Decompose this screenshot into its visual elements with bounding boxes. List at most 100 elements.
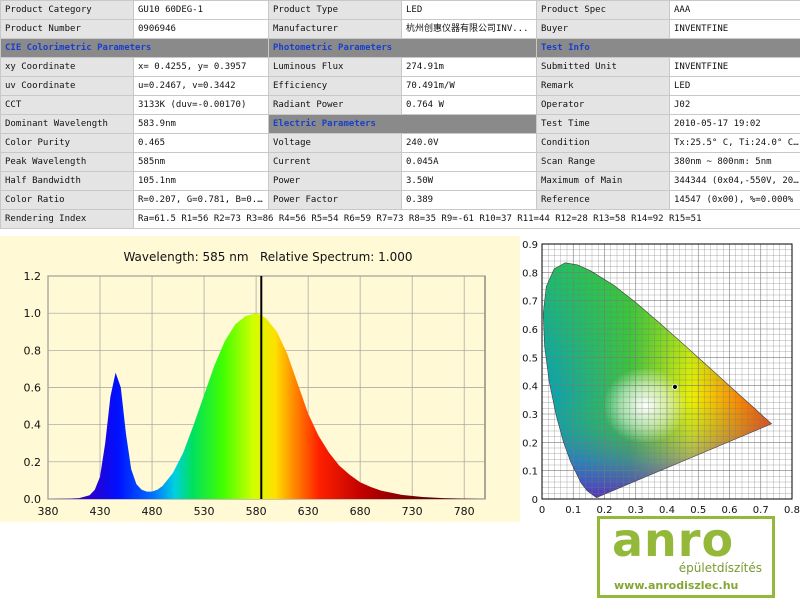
param-label: Color Purity <box>0 133 134 153</box>
table-row: CCT 3133K (duv=-0.00170) Radiant Power 0.76… <box>0 95 800 115</box>
x-tick-label: 680 <box>350 505 371 518</box>
section-header: Photometric Parameters <box>268 38 537 58</box>
cie-measured-points <box>672 383 678 390</box>
cie-y-tick-label: 0.7 <box>522 297 538 308</box>
x-tick-label: 780 <box>454 505 475 518</box>
table-row: Product Category GU10 60DEG-1 Product Type… <box>0 0 800 20</box>
param-label: uv Coordinate <box>0 76 134 96</box>
param-value: 583.9nm <box>133 114 269 134</box>
parameter-table: Product Category GU10 60DEG-1 Product Type… <box>0 0 800 229</box>
y-tick-label: 1.2 <box>24 270 42 283</box>
param-label: Submitted Unit <box>536 57 670 77</box>
param-label: Product Type <box>268 0 402 20</box>
param-value: 240.0V <box>401 133 537 153</box>
y-tick-label: 0.6 <box>24 382 42 395</box>
param-label: xy Coordinate <box>0 57 134 77</box>
param-label: Product Category <box>0 0 134 20</box>
param-label: Product Spec <box>536 0 670 20</box>
cie-x-tick-label: 0.8 <box>784 505 800 516</box>
param-value: R=0.207, G=0.781, B=0.012 <box>133 190 269 210</box>
param-label: Luminous Flux <box>268 57 402 77</box>
cie-chromaticity-diagram: 0 0.1 0.2 0.3 0.4 0.5 0.6 0.7 0.8 0 0.1 0.2 0.3 0.4 0… <box>522 240 800 516</box>
param-value: Ra=61.5 R1=56 R2=73 R3=86 R4=56 R5=54 R6… <box>133 209 800 229</box>
param-value: x= 0.4255, y= 0.3957 <box>133 57 269 77</box>
spectrum-title: Wavelength: 585 nm Relative Spectrum: 1.… <box>123 250 412 264</box>
param-value: 杭州创惠仪器有限公司INV... <box>401 19 537 39</box>
param-label: Radiant Power <box>268 95 402 115</box>
x-tick-label: 530 <box>194 505 215 518</box>
param-value: 105.1nm <box>133 171 269 191</box>
param-label: Rendering Index <box>0 209 134 229</box>
param-value: 70.491m/W <box>401 76 537 96</box>
cie-x-tick-label: 0.2 <box>597 505 613 516</box>
param-value: u=0.2467, v=0.3442 <box>133 76 269 96</box>
param-label: Maximum of Main <box>536 171 670 191</box>
cie-y-tick-label: 0 <box>532 495 538 506</box>
param-label: Half Bandwidth <box>0 171 134 191</box>
param-label: Scan Range <box>536 152 670 172</box>
param-value: 0906946 <box>133 19 269 39</box>
x-tick-label: 580 <box>246 505 267 518</box>
param-label: Buyer <box>536 19 670 39</box>
cie-y-tick-label: 0.3 <box>522 410 538 421</box>
cie-x-tick-label: 0.1 <box>565 505 581 516</box>
x-tick-label: 430 <box>90 505 111 518</box>
cie-y-tick-label: 0.1 <box>522 467 538 478</box>
table-row: uv Coordinate u=0.2467, v=0.3442 Efficienc… <box>0 76 800 96</box>
param-label: Power <box>268 171 402 191</box>
x-tick-label: 730 <box>402 505 423 518</box>
param-label: Manufacturer <box>268 19 402 39</box>
param-label: Reference <box>536 190 670 210</box>
table-row: Peak Wavelength 585nm Current 0.045A Scan Ra… <box>0 152 800 172</box>
cie-y-tick-label: 0.2 <box>522 438 538 449</box>
param-value: AAA <box>669 0 800 20</box>
spectrum-x-ticks: 380 430 480 530 580 630 680 730 780 <box>38 505 475 518</box>
logo-url: www.anrodiszlec.hu <box>614 579 739 592</box>
param-value: 585nm <box>133 152 269 172</box>
table-row: xy Coordinate x= 0.4255, y= 0.3957 Luminou… <box>0 57 800 77</box>
y-tick-label: 0.4 <box>24 419 42 432</box>
param-value: 0.764 W <box>401 95 537 115</box>
param-value: 274.91m <box>401 57 537 77</box>
anro-logo: anro épületdíszítés www.anrodiszlec.hu <box>597 513 775 598</box>
x-tick-label: 380 <box>38 505 59 518</box>
table-row: Dominant Wavelength 583.9nm Electric Param… <box>0 114 800 134</box>
cie-x-tick-label: 0 <box>539 505 545 516</box>
param-label: Product Number <box>0 19 134 39</box>
param-value: 14547 (0x00), %=0.000% <box>669 190 800 210</box>
relative-spectrum-chart: Wavelength: 585 nm Relative Spectrum: 1.… <box>0 236 520 522</box>
param-label: Test Time <box>536 114 670 134</box>
cie-y-ticks: 0 0.1 0.2 0.3 0.4 0.5 0.6 0.7 0.8 0.9 <box>522 240 538 506</box>
table-row: Color Ratio R=0.207, G=0.781, B=0.012 Powe… <box>0 190 800 210</box>
param-value: J02 <box>669 95 800 115</box>
section-header: Test Info <box>536 38 800 58</box>
x-tick-label: 630 <box>298 505 319 518</box>
param-label: Condition <box>536 133 670 153</box>
param-value: LED <box>401 0 537 20</box>
param-value: INVENTFINE <box>669 57 800 77</box>
cie-grid <box>541 243 793 500</box>
param-label: Power Factor <box>268 190 402 210</box>
param-value: Tx:25.5° C, Ti:24.0° C;... <box>669 133 800 153</box>
section-header: Electric Parameters <box>268 114 537 134</box>
gamut-white-center <box>603 367 688 444</box>
param-label: Efficiency <box>268 76 402 96</box>
y-tick-label: 0.0 <box>24 493 42 506</box>
y-tick-label: 1.0 <box>24 307 42 320</box>
param-label: Color Ratio <box>0 190 134 210</box>
param-value: 380nm ~ 800nm: 5nm <box>669 152 800 172</box>
param-value: LED <box>669 76 800 96</box>
param-label: Current <box>268 152 402 172</box>
section-header: CIE Colorimetric Parameters <box>0 38 269 58</box>
param-value: 2010-05-17 19:02 <box>669 114 800 134</box>
y-tick-label: 0.2 <box>24 456 42 469</box>
param-label: Remark <box>536 76 670 96</box>
table-row: Product Number 0906946 Manufacturer 杭州创惠仪器有… <box>0 19 800 39</box>
table-row: Half Bandwidth 105.1nm Power 3.50W Maximum o… <box>0 171 800 191</box>
x-tick-label: 480 <box>142 505 163 518</box>
param-label: Dominant Wavelength <box>0 114 134 134</box>
cie-y-tick-label: 0.9 <box>522 240 538 251</box>
logo-wordmark: anro <box>612 513 735 567</box>
param-label: Peak Wavelength <box>0 152 134 172</box>
param-value: 3.50W <box>401 171 537 191</box>
